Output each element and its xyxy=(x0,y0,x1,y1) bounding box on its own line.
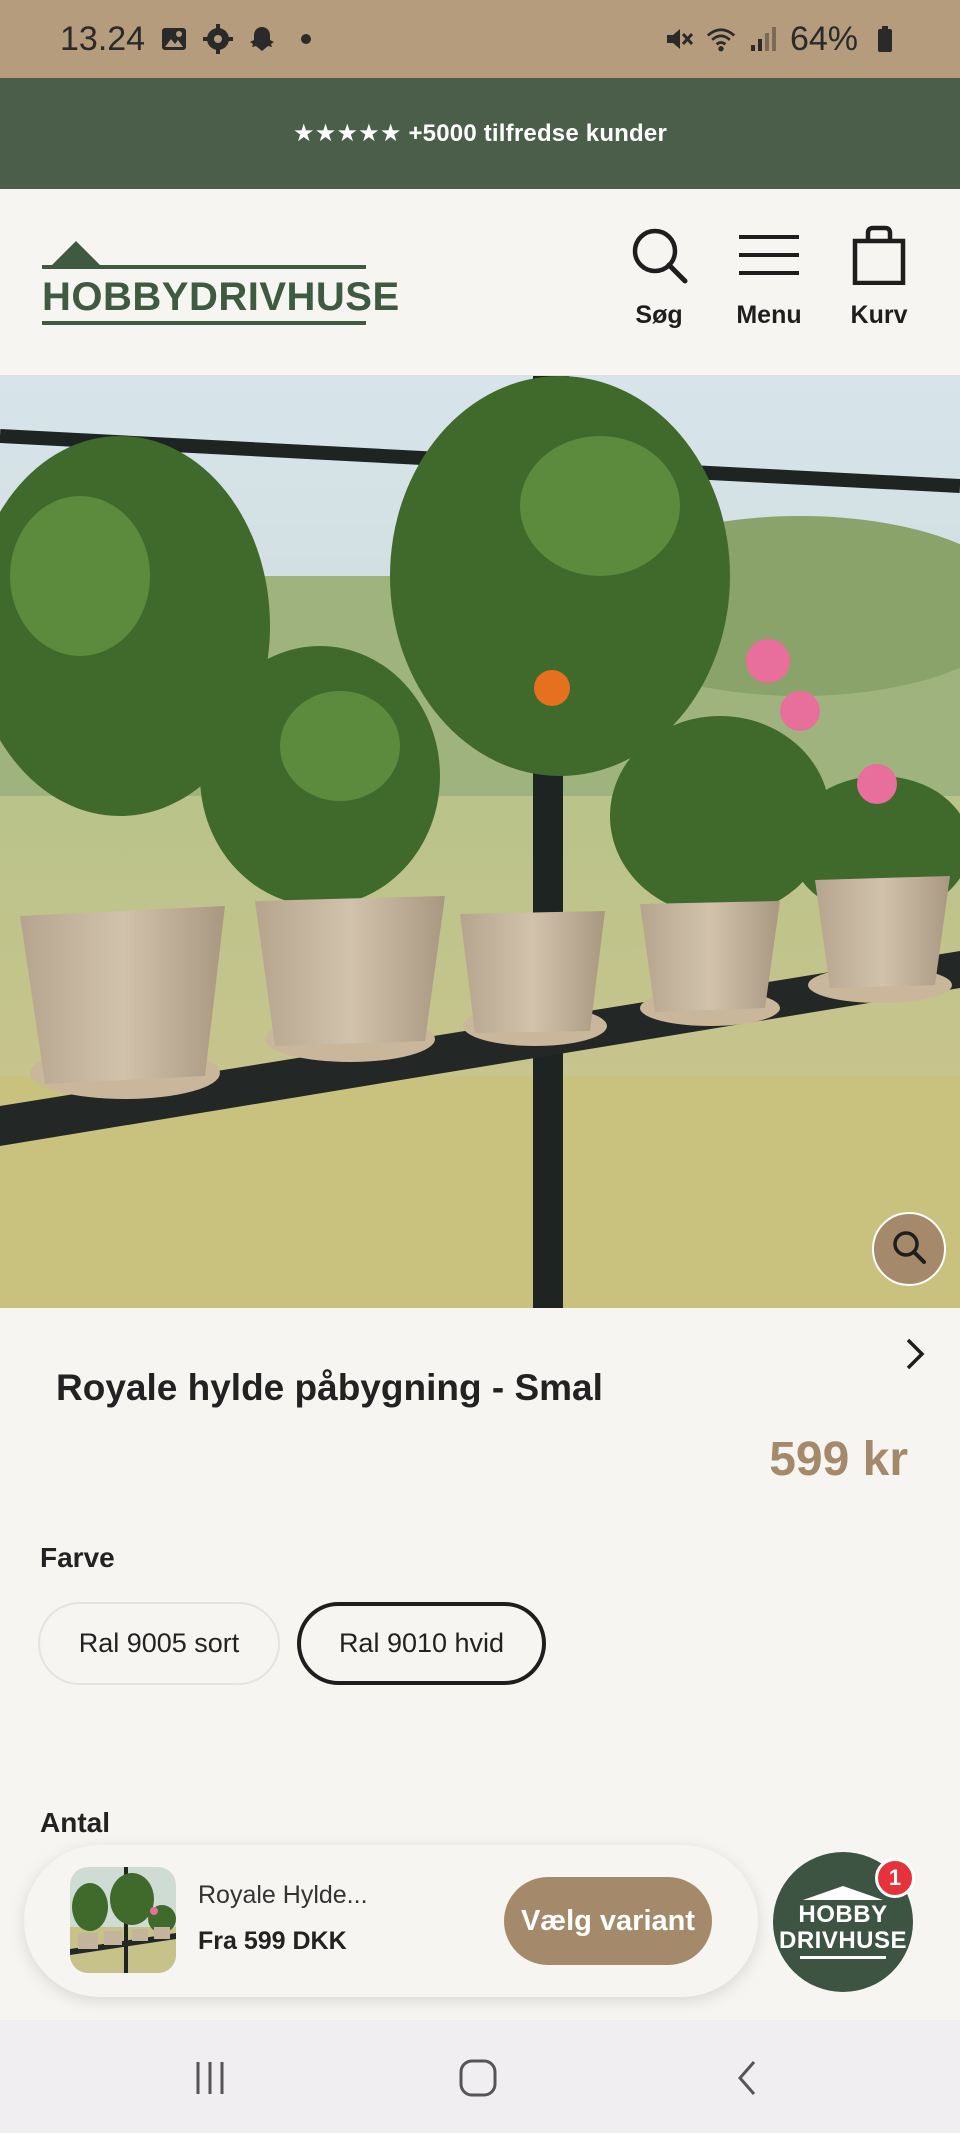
variant-label: Ral 9005 sort xyxy=(78,1628,240,1658)
home-button[interactable] xyxy=(448,2050,508,2110)
home-icon xyxy=(458,2058,498,2103)
site-logo[interactable]: HOBBYDRIVHUSE xyxy=(40,241,399,325)
logo-line xyxy=(42,265,366,269)
recent-apps-button[interactable] xyxy=(180,2050,240,2110)
variant-option-hvid[interactable]: Ral 9010 hvid xyxy=(297,1602,546,1685)
logo-line xyxy=(42,321,366,325)
back-button[interactable] xyxy=(718,2050,778,2110)
sticky-product-name: Royale Hylde... xyxy=(198,1881,368,1909)
next-image-button[interactable] xyxy=(896,1336,932,1372)
site-header: HOBBYDRIVHUSE Søg Menu Kurv xyxy=(0,189,960,376)
signal-icon xyxy=(748,24,778,54)
hamburger-menu-icon xyxy=(739,225,799,285)
product-price: 599 kr xyxy=(769,1433,908,1486)
menu-button[interactable]: Menu xyxy=(719,225,819,345)
chat-logo-underline xyxy=(800,1955,886,1959)
mute-icon xyxy=(664,24,694,54)
product-thumbnail xyxy=(70,1867,176,1973)
variant-label: Ral 9010 hvid xyxy=(338,1628,505,1658)
chat-widget-button[interactable]: HOBBY DRIVHUSE 1 xyxy=(773,1852,915,1992)
settings-gear-icon xyxy=(203,24,234,54)
logo-roof-icon xyxy=(52,241,100,265)
sticky-product-price: Fra 599 DKK xyxy=(198,1927,347,1955)
zoom-button[interactable] xyxy=(872,1212,946,1286)
cart-button[interactable]: Kurv xyxy=(829,225,929,345)
shopping-bag-icon xyxy=(849,225,909,286)
product-title: Royale hylde påbygning - Smal xyxy=(56,1367,603,1408)
chat-logo-roof-icon xyxy=(803,1885,883,1900)
search-icon xyxy=(629,225,689,285)
zoom-search-icon xyxy=(890,1228,928,1271)
status-time: 13.24 xyxy=(60,19,146,58)
status-bar: 13.24 64% xyxy=(0,0,960,78)
menu-label: Menu xyxy=(736,301,802,329)
chevron-right-icon xyxy=(896,1338,932,1376)
chat-logo-line2: DRIVHUSE xyxy=(778,1926,908,1954)
chat-logo-line1: HOBBY xyxy=(798,1900,888,1928)
battery-icon xyxy=(870,24,900,54)
android-navigation-bar xyxy=(0,2020,960,2133)
announcement-bar: ★★★★★ +5000 tilfredse kunder xyxy=(0,78,960,189)
quantity-label: Antal xyxy=(40,1807,110,1838)
color-label: Farve xyxy=(40,1542,115,1573)
cart-label: Kurv xyxy=(850,301,908,329)
choose-variant-button[interactable]: Vælg variant xyxy=(504,1877,712,1965)
notification-badge: 1 xyxy=(875,1858,915,1898)
announcement-text: ★★★★★ +5000 tilfredse kunder xyxy=(293,120,667,147)
product-photo xyxy=(0,376,960,1308)
back-icon xyxy=(728,2058,768,2103)
dot-icon xyxy=(291,24,321,54)
product-image[interactable] xyxy=(0,376,960,1308)
wifi-icon xyxy=(706,24,736,54)
snapchat-icon xyxy=(247,24,277,54)
variant-option-sort[interactable]: Ral 9005 sort xyxy=(38,1602,280,1685)
search-label: Søg xyxy=(635,301,683,329)
battery-percent: 64% xyxy=(789,19,858,58)
sticky-product-bar: Royale Hylde... Fra 599 DKK Vælg variant xyxy=(24,1845,758,1997)
search-button[interactable]: Søg xyxy=(609,225,709,345)
logo-text: HOBBYDRIVHUSE xyxy=(42,275,400,319)
recent-apps-icon xyxy=(190,2058,230,2103)
gallery-icon xyxy=(159,24,189,54)
